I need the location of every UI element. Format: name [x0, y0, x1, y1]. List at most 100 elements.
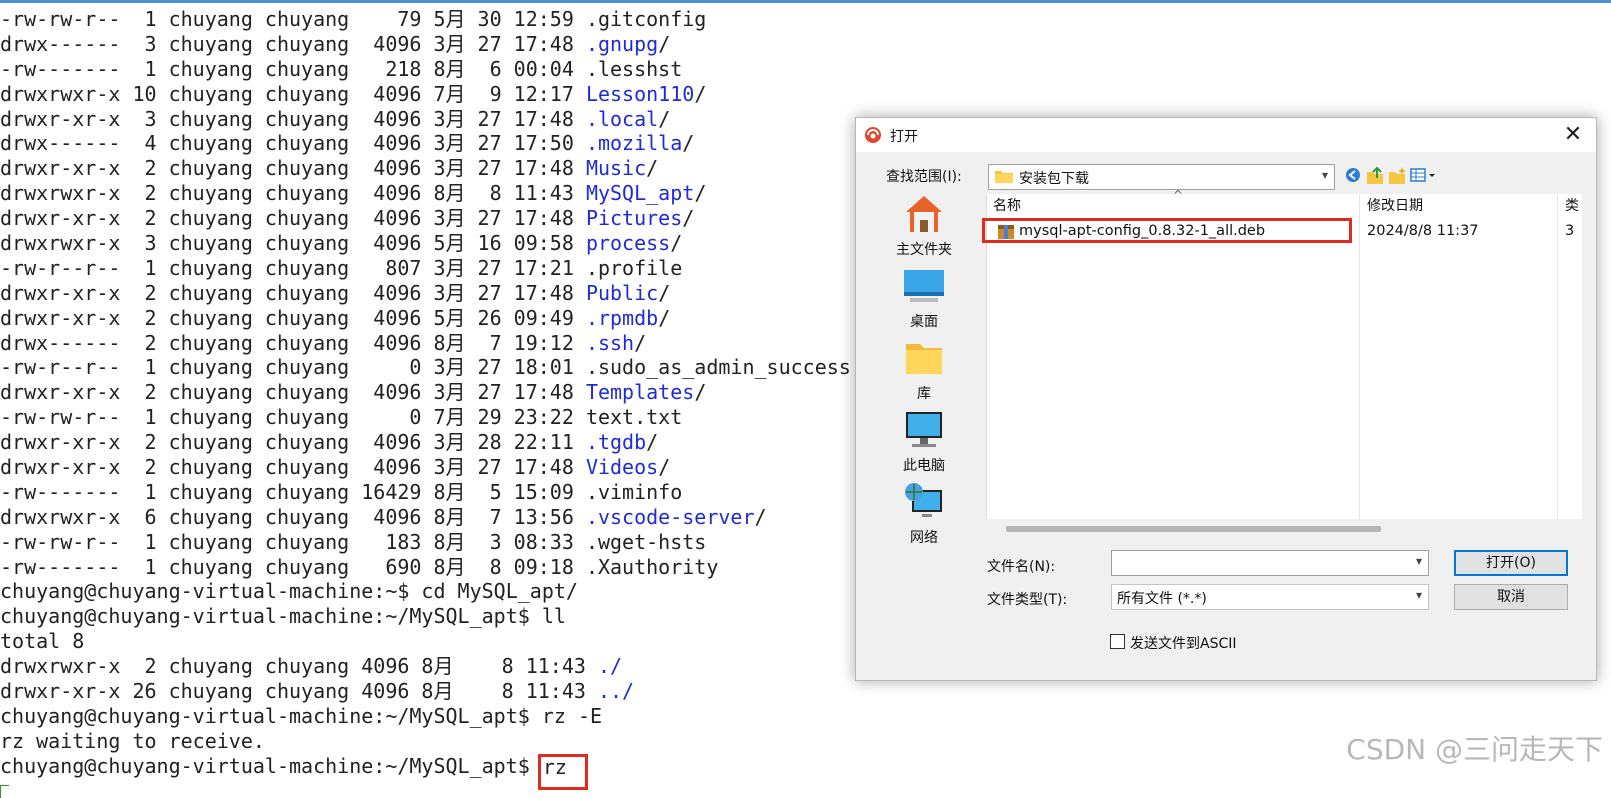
listing-meta: drwx------ 3 chuyang chuyang 4096 3月 27 …	[0, 31, 586, 56]
close-icon[interactable]: ✕	[1560, 122, 1586, 148]
library-folder-icon	[902, 338, 946, 378]
listing-meta: drwxrwxr-x 6 chuyang chuyang 4096 8月 7 1…	[0, 504, 586, 529]
total-text: total 8	[0, 629, 85, 654]
terminal-listing-line: -rw-rw-r-- 1 chuyang chuyang 79 5月 30 12…	[0, 7, 1611, 32]
dir-slash: /	[670, 231, 683, 256]
filetype-value: 所有文件 (*.*)	[1117, 591, 1207, 607]
terminal-listing-line: drwxrwxr-x 10 chuyang chuyang 4096 7月 9 …	[0, 82, 1611, 107]
place-desktop[interactable]: 桌面	[868, 266, 980, 332]
listing-meta: drwxrwxr-x 2 chuyang chuyang 4096 8月 8 1…	[0, 654, 598, 679]
listing-name: .gnupg	[585, 31, 659, 56]
listing-name: .gitconfig	[585, 7, 707, 31]
open-button[interactable]: 打开(O)	[1454, 550, 1568, 576]
ascii-label: 发送文件到ASCII	[1130, 636, 1237, 652]
dir-slash: /	[634, 330, 647, 355]
terminal-command-line: chuyang@chuyang-virtual-machine:~/MySQL_…	[0, 704, 1611, 729]
column-header-type[interactable]: 类	[1565, 194, 1579, 218]
highlight-annotation-command: rz	[537, 753, 588, 790]
listing-meta: drwx------ 2 chuyang chuyang 4096 8月 7 1…	[0, 330, 586, 355]
file-modified: 2024/8/8 11:37	[1367, 223, 1479, 239]
listing-meta: drwxrwxr-x 10 chuyang chuyang 4096 7月 9 …	[0, 81, 586, 106]
place-label: 库	[917, 386, 931, 402]
app-shell-icon	[864, 126, 882, 144]
place-label: 主文件夹	[896, 242, 952, 258]
listing-meta: drwxrwxr-x 3 chuyang chuyang 4096 5月 16 …	[0, 231, 586, 256]
terminal-listing-line: -rw------- 1 chuyang chuyang 218 8月 6 00…	[0, 57, 1611, 82]
listing-name: ../	[597, 679, 635, 704]
place-this-pc[interactable]: 此电脑	[868, 410, 980, 476]
listing-meta: drwxr-xr-x 2 chuyang chuyang 4096 3月 27 …	[0, 455, 586, 480]
column-header-name[interactable]: 名称	[993, 194, 1021, 218]
typed-command: rz	[542, 754, 567, 779]
highlight-annotation-file	[982, 218, 1352, 243]
dir-slash: /	[658, 106, 671, 131]
listing-meta: drwxr-xr-x 2 chuyang chuyang 4096 3月 27 …	[0, 156, 586, 181]
listing-meta: -rw------- 1 chuyang chuyang 218 8月 6 00…	[0, 56, 586, 81]
listing-meta: -rw-r--r-- 1 chuyang chuyang 807 3月 27 1…	[0, 255, 586, 280]
filetype-dropdown[interactable]: 所有文件 (*.*) ▾	[1111, 584, 1429, 610]
listing-name: .wget-hsts	[585, 529, 707, 554]
network-icon	[902, 482, 946, 522]
dir-slash: /	[646, 430, 659, 455]
listing-name: text.txt	[585, 405, 683, 430]
listing-name: .local	[585, 106, 659, 131]
terminal-listing-line: drwxr-xr-x 26 chuyang chuyang 4096 8月 8 …	[0, 679, 1611, 704]
up-folder-icon[interactable]	[1365, 164, 1385, 186]
listing-meta: drwxr-xr-x 2 chuyang chuyang 4096 3月 27 …	[0, 280, 586, 305]
lookin-label: 查找范围(I):	[886, 169, 962, 185]
listing-name: .vscode-server	[585, 504, 755, 529]
prompt-text: chuyang@chuyang-virtual-machine:~/MySQL_…	[0, 753, 542, 778]
listing-name: .sudo_as_admin_success	[585, 355, 851, 380]
listing-name: Pictures	[585, 206, 683, 231]
dir-slash: /	[694, 181, 707, 206]
listing-name: .viminfo	[585, 479, 683, 504]
new-folder-icon[interactable]	[1387, 164, 1407, 186]
dir-slash: /	[658, 280, 671, 305]
place-home[interactable]: 主文件夹	[868, 194, 980, 260]
ascii-checkbox[interactable]	[1110, 634, 1125, 649]
listing-name: .rpmdb	[585, 305, 659, 330]
listing-meta: drwxrwxr-x 2 chuyang chuyang 4096 8月 8 1…	[0, 181, 586, 206]
sort-caret-icon: ^	[1173, 188, 1184, 202]
place-network[interactable]: 网络	[868, 482, 980, 548]
chevron-down-icon[interactable]: ▾	[1416, 554, 1422, 568]
rz-wait-text: rz waiting to receive.	[0, 728, 265, 753]
listing-meta: drwxr-xr-x 2 chuyang chuyang 4096 3月 27 …	[0, 206, 586, 231]
listing-meta: -rw-rw-r-- 1 chuyang chuyang 79 5月 30 12…	[0, 7, 586, 31]
dir-slash: /	[658, 455, 671, 480]
terminal-cursor-mark	[0, 785, 9, 798]
place-label: 此电脑	[903, 458, 945, 474]
watermark: CSDN @三问走天下	[1346, 733, 1603, 766]
home-icon	[902, 194, 946, 234]
dir-slash: /	[658, 31, 671, 56]
dir-slash: /	[646, 156, 659, 181]
file-type: 3	[1565, 223, 1575, 239]
listing-meta: -rw------- 1 chuyang chuyang 16429 8月 5 …	[0, 479, 586, 504]
listing-meta: -rw-rw-r-- 1 chuyang chuyang 0 7月 29 23:…	[0, 405, 586, 430]
dialog-titlebar[interactable]: 打开 ✕	[856, 118, 1596, 152]
view-menu-icon[interactable]	[1409, 164, 1439, 186]
filename-label: 文件名(N):	[987, 559, 1056, 575]
listing-name: MySQL_apt	[585, 181, 695, 206]
listing-meta: drwxr-xr-x 2 chuyang chuyang 4096 5月 26 …	[0, 305, 586, 330]
listing-name: Lesson110	[585, 81, 695, 106]
place-library[interactable]: 库	[868, 338, 980, 404]
filename-input[interactable]: ▾	[1111, 550, 1429, 576]
listing-name: .tgdb	[585, 430, 647, 455]
back-icon[interactable]	[1343, 164, 1363, 186]
listing-name: ./	[597, 654, 623, 679]
lookin-dropdown[interactable]: 安装包下载 ▾	[988, 164, 1335, 190]
listing-meta: drwxr-xr-x 3 chuyang chuyang 4096 3月 27 …	[0, 106, 586, 131]
listing-name: Videos	[585, 455, 659, 480]
cancel-button[interactable]: 取消	[1454, 584, 1568, 610]
column-header-modified[interactable]: 修改日期	[1367, 194, 1423, 218]
command-text: chuyang@chuyang-virtual-machine:~/MySQL_…	[0, 604, 566, 629]
dir-slash: /	[694, 380, 707, 405]
listing-name: .mozilla	[585, 131, 683, 156]
place-label: 桌面	[910, 314, 938, 330]
listing-name: .profile	[585, 255, 683, 280]
computer-icon	[902, 410, 946, 450]
horizontal-scrollbar[interactable]	[1006, 526, 1381, 532]
dialog-title: 打开	[890, 129, 918, 145]
listing-meta: drwx------ 4 chuyang chuyang 4096 3月 27 …	[0, 131, 586, 156]
